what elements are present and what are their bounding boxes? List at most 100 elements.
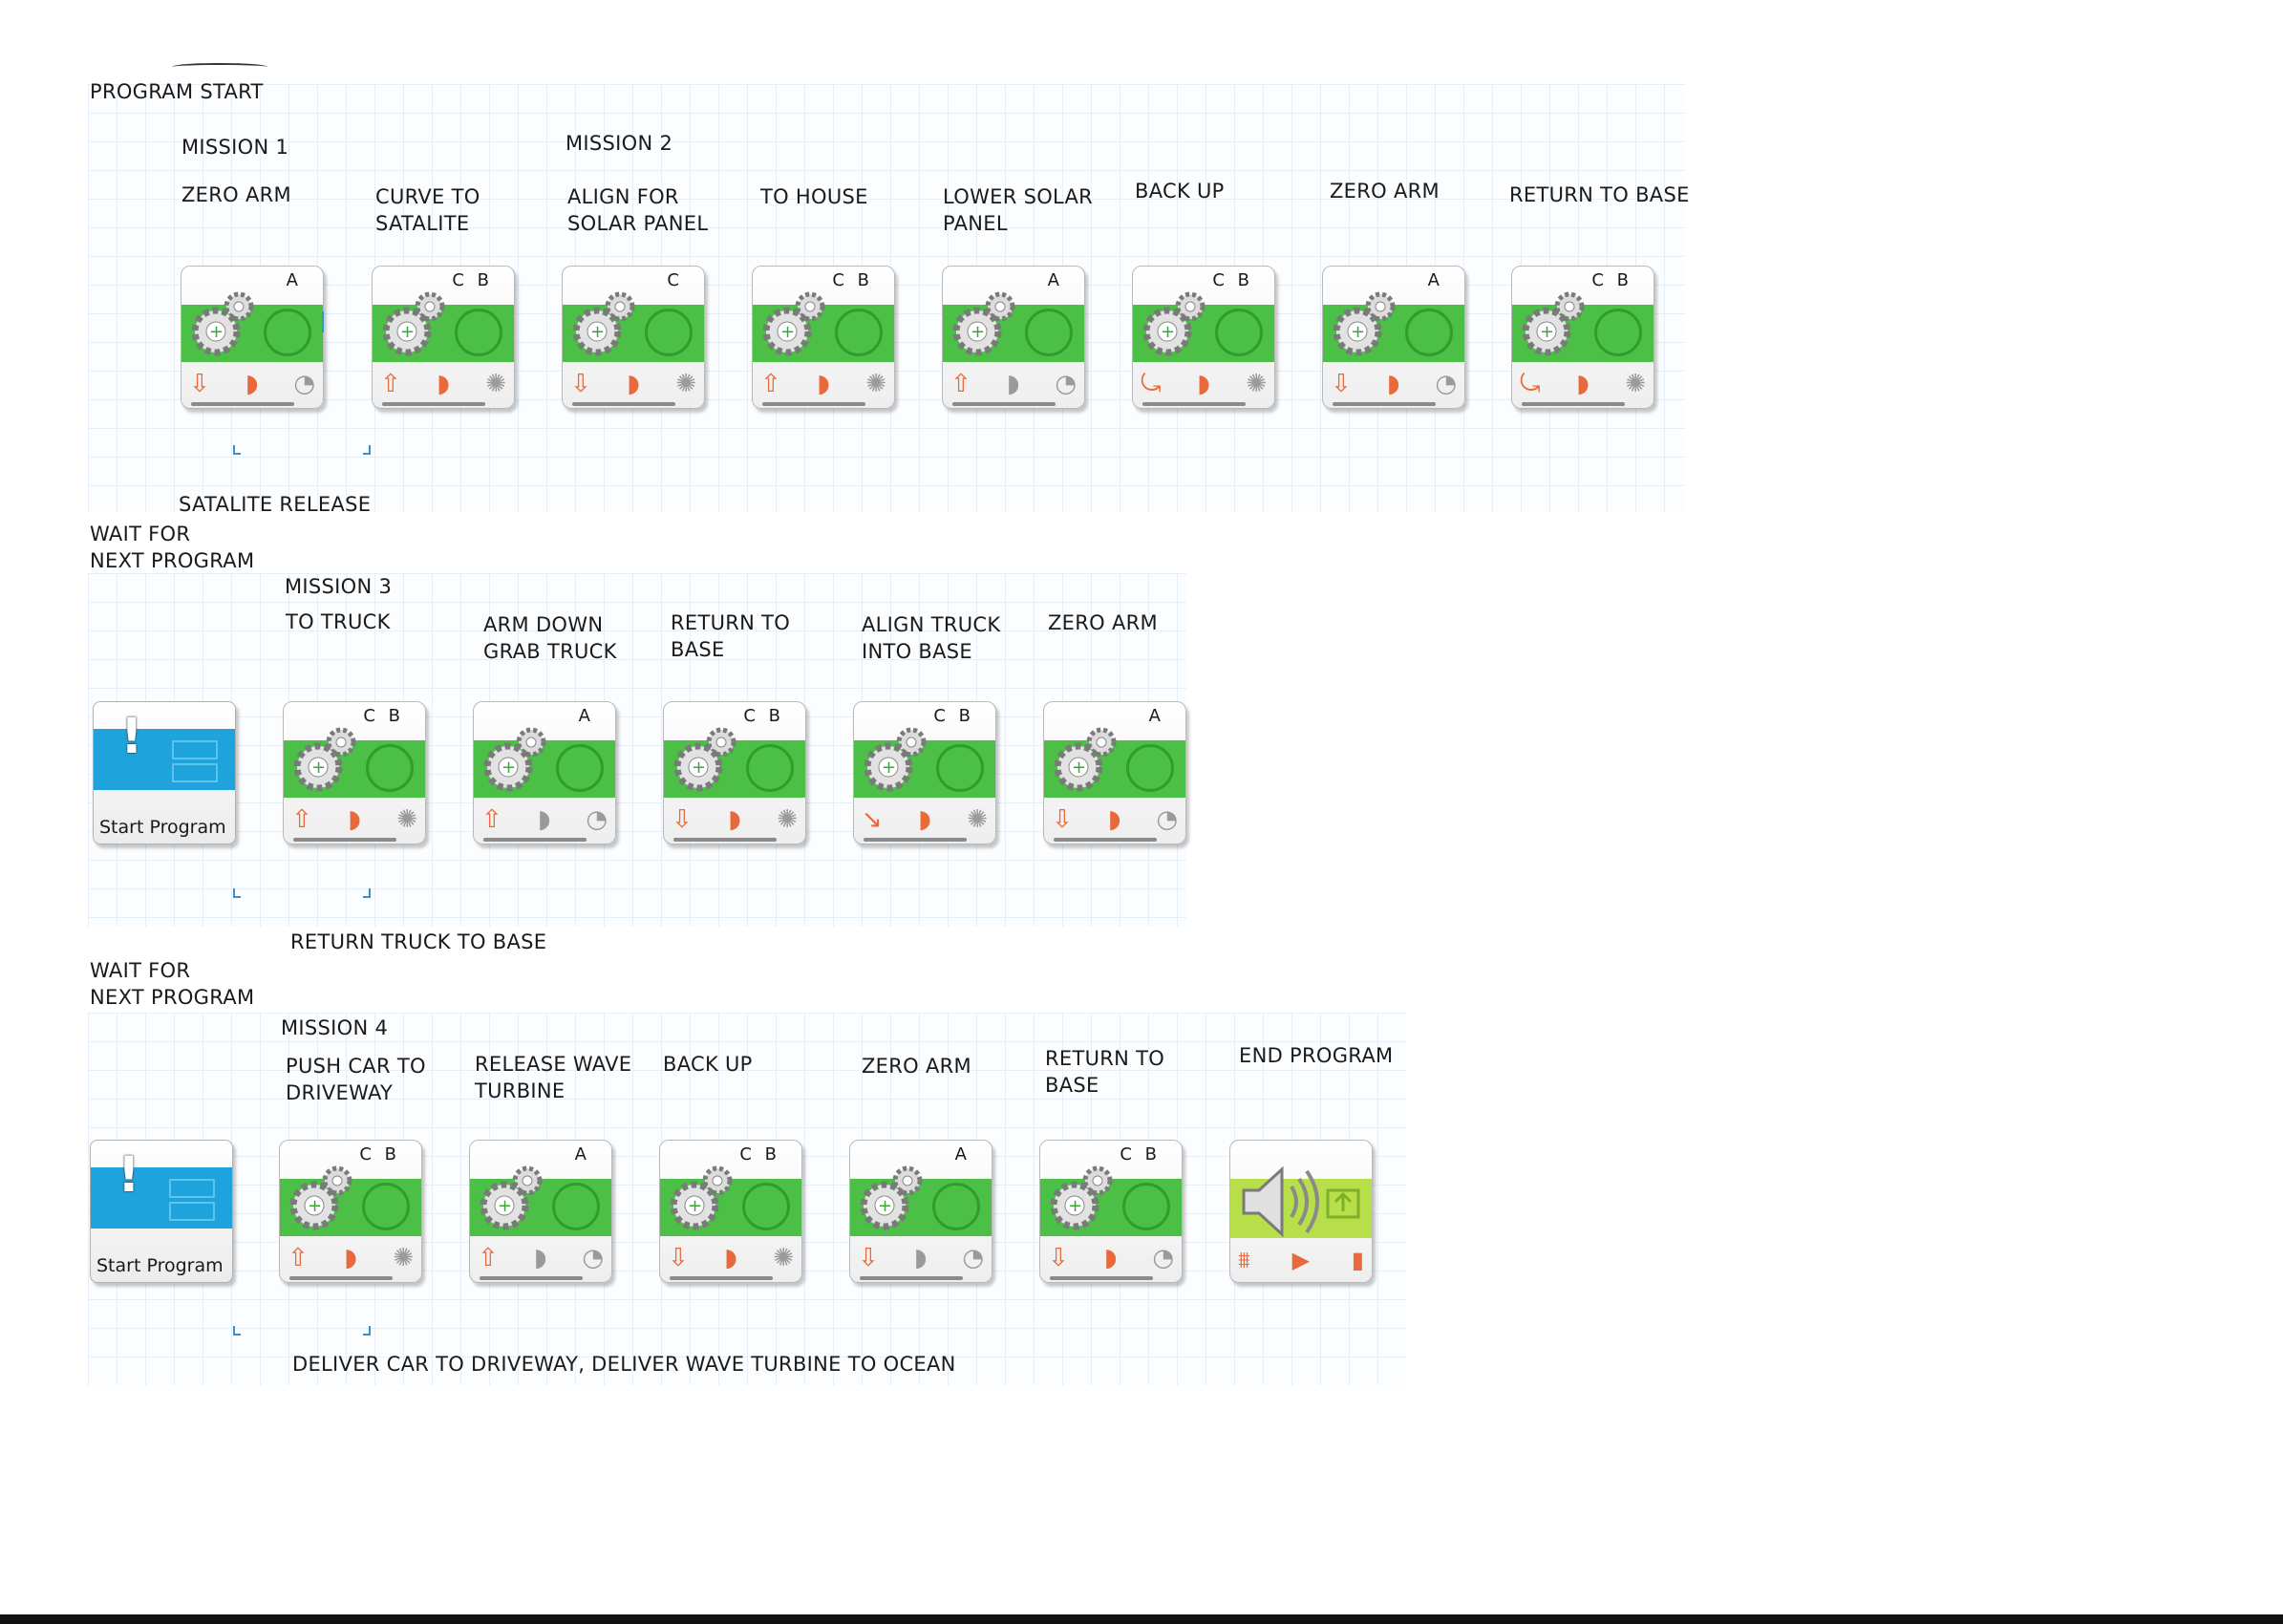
gears-icon: + (382, 291, 445, 356)
stopwatch-icon: ◔ (1055, 370, 1077, 398)
step-label: BACK UP (1135, 180, 1225, 203)
step-label: ALIGN TRUCK INTO BASE (862, 613, 1001, 663)
bracket-tick (363, 1326, 371, 1336)
degrees-icon: ✺ (396, 805, 417, 834)
stopwatch-icon: ◔ (1152, 1244, 1174, 1272)
power-dial-icon: ◗ (533, 1244, 547, 1272)
step-label: ALIGN FOR SOLAR PANEL (567, 185, 709, 235)
degrees-icon: ✺ (1246, 370, 1267, 398)
power-dial-icon: ◗ (1107, 805, 1121, 834)
motor-block[interactable]: C B + ⇩ ◗ ◔ (1039, 1140, 1183, 1283)
caption-satalite-release: SATALITE RELEASE (179, 493, 372, 516)
degrees-icon: ✺ (393, 1244, 414, 1272)
volume-icon: ▮ (1351, 1247, 1364, 1273)
gears-icon: + (1333, 291, 1396, 356)
step-label: ZERO ARM (1330, 180, 1440, 203)
port-label: A (574, 1144, 590, 1165)
gears-icon: + (1050, 1165, 1113, 1230)
motor-block[interactable]: A + ⇩ ◗ ◔ (1043, 701, 1186, 844)
svg-text:+: + (971, 322, 985, 342)
step-label: RETURN TO BASE (671, 611, 791, 661)
gears-icon: + (289, 1165, 352, 1230)
power-dial-icon: ◗ (817, 370, 830, 398)
sound-block[interactable]: ⩩ ▶ ▮ (1229, 1140, 1373, 1283)
power-dial-icon: ◗ (913, 1244, 928, 1272)
gears-icon: + (1054, 727, 1117, 792)
arrow-up-icon: ⇧ (481, 805, 502, 834)
motor-block[interactable]: C + ⇩ ◗ ✺ (562, 266, 705, 409)
arrow-up-icon: ⇧ (380, 370, 401, 398)
svg-text:+: + (311, 758, 326, 778)
power-dial-icon: ◗ (1006, 370, 1020, 398)
wait-label: WAIT FOR NEXT PROGRAM (90, 959, 255, 1009)
port-label: C (667, 270, 683, 290)
power-dial-icon: ◗ (728, 805, 741, 834)
motor-block[interactable]: C B + ⤿ ◗ ✺ (1132, 266, 1275, 409)
arrow-up-icon: ⇧ (291, 805, 312, 834)
bracket-tick (233, 888, 241, 898)
motor-block[interactable]: A + ⇧ ◗ ◔ (473, 701, 616, 844)
motor-block[interactable]: A + ⇧ ◗ ◔ (469, 1140, 612, 1283)
motor-block[interactable]: C B + ⤿ ◗ ✺ (1511, 266, 1654, 409)
start-program-text: Start Program (96, 1255, 224, 1276)
arrow-up-icon: ⇧ (288, 1244, 309, 1272)
start-program-text: Start Program (99, 817, 226, 838)
steer-arrow-icon: ⤿ (1141, 369, 1162, 398)
step-label: RETURN TO BASE (1509, 183, 1690, 206)
arrow-down-icon: ⇩ (668, 1244, 689, 1272)
svg-text:+: + (498, 1196, 512, 1216)
caption-return-truck: RETURN TRUCK TO BASE (290, 930, 547, 953)
arrow-down-icon: ⇩ (858, 1244, 879, 1272)
start-program-block[interactable]: ! Start Program (90, 1140, 233, 1283)
motor-block[interactable]: A + ⇩ ◗ ◔ (1322, 266, 1465, 409)
motor-block[interactable]: C B + ↘ ◗ ✺ (853, 701, 996, 844)
step-label: ZERO ARM (862, 1055, 971, 1078)
port-label: A (1427, 270, 1443, 290)
gears-icon: + (1522, 291, 1585, 356)
motor-block[interactable]: A + ⇩ ◗ ◔ (849, 1140, 992, 1283)
start-program-block[interactable]: ! Start Program (93, 701, 236, 844)
caption-deliver: DELIVER CAR TO DRIVEWAY, DELIVER WAVE TU… (292, 1353, 956, 1376)
arrow-down-icon: ⇩ (1048, 1244, 1069, 1272)
svg-text:+: + (688, 1196, 702, 1216)
step-label: TO HOUSE (760, 185, 868, 208)
steer-arrow-icon: ⤿ (1520, 369, 1541, 398)
svg-text:+: + (501, 758, 516, 778)
step-label: RELEASE WAVE TURBINE (475, 1053, 632, 1102)
power-dial-icon: ◗ (344, 1244, 357, 1272)
svg-text:+: + (878, 1196, 892, 1216)
arrow-down-icon: ⇩ (1331, 370, 1352, 398)
stopwatch-icon: ◔ (293, 370, 315, 398)
gears-icon: + (293, 727, 356, 792)
arrow-up-icon: ⇧ (478, 1244, 499, 1272)
stopwatch-icon: ◔ (582, 1244, 604, 1272)
gears-icon: + (952, 291, 1015, 356)
end-program-label: END PROGRAM (1239, 1044, 1394, 1067)
step-label: CURVE TO SATALITE (375, 185, 480, 235)
step-label: BACK UP (663, 1053, 753, 1076)
motor-block[interactable]: C B + ⇧ ◗ ✺ (279, 1140, 422, 1283)
svg-text:+: + (400, 322, 415, 342)
motor-block[interactable]: C B + ⇧ ◗ ✺ (752, 266, 895, 409)
port-label: A (954, 1144, 971, 1165)
grid-row-2 (88, 573, 1186, 927)
power-dial-icon: ◗ (918, 805, 931, 834)
pen-mark (172, 63, 267, 71)
arrow-down-icon: ⇩ (672, 805, 693, 834)
step-label: RETURN TO BASE (1045, 1047, 1165, 1097)
motor-block[interactable]: C B + ⇩ ◗ ✺ (659, 1140, 802, 1283)
power-dial-icon: ◗ (627, 370, 640, 398)
motor-block[interactable]: C B + ⇧ ◗ ✺ (283, 701, 426, 844)
motor-block[interactable]: A + ⇧ ◗ ◔ (942, 266, 1085, 409)
bracket-tick (363, 445, 371, 455)
motor-block[interactable]: C B + ⇧ ◗ ✺ (372, 266, 515, 409)
step-label: PUSH CAR TO DRIVEWAY (286, 1055, 426, 1104)
motor-block[interactable]: A + ⇩ ◗ ◔ (181, 266, 324, 409)
power-dial-icon: ◗ (437, 370, 450, 398)
svg-text:+: + (1161, 322, 1175, 342)
degrees-icon: ✺ (777, 805, 798, 834)
degrees-icon: ✺ (1625, 370, 1646, 398)
gears-icon: + (673, 727, 736, 792)
motor-block[interactable]: C B + ⇩ ◗ ✺ (663, 701, 806, 844)
power-dial-icon: ◗ (245, 370, 259, 398)
